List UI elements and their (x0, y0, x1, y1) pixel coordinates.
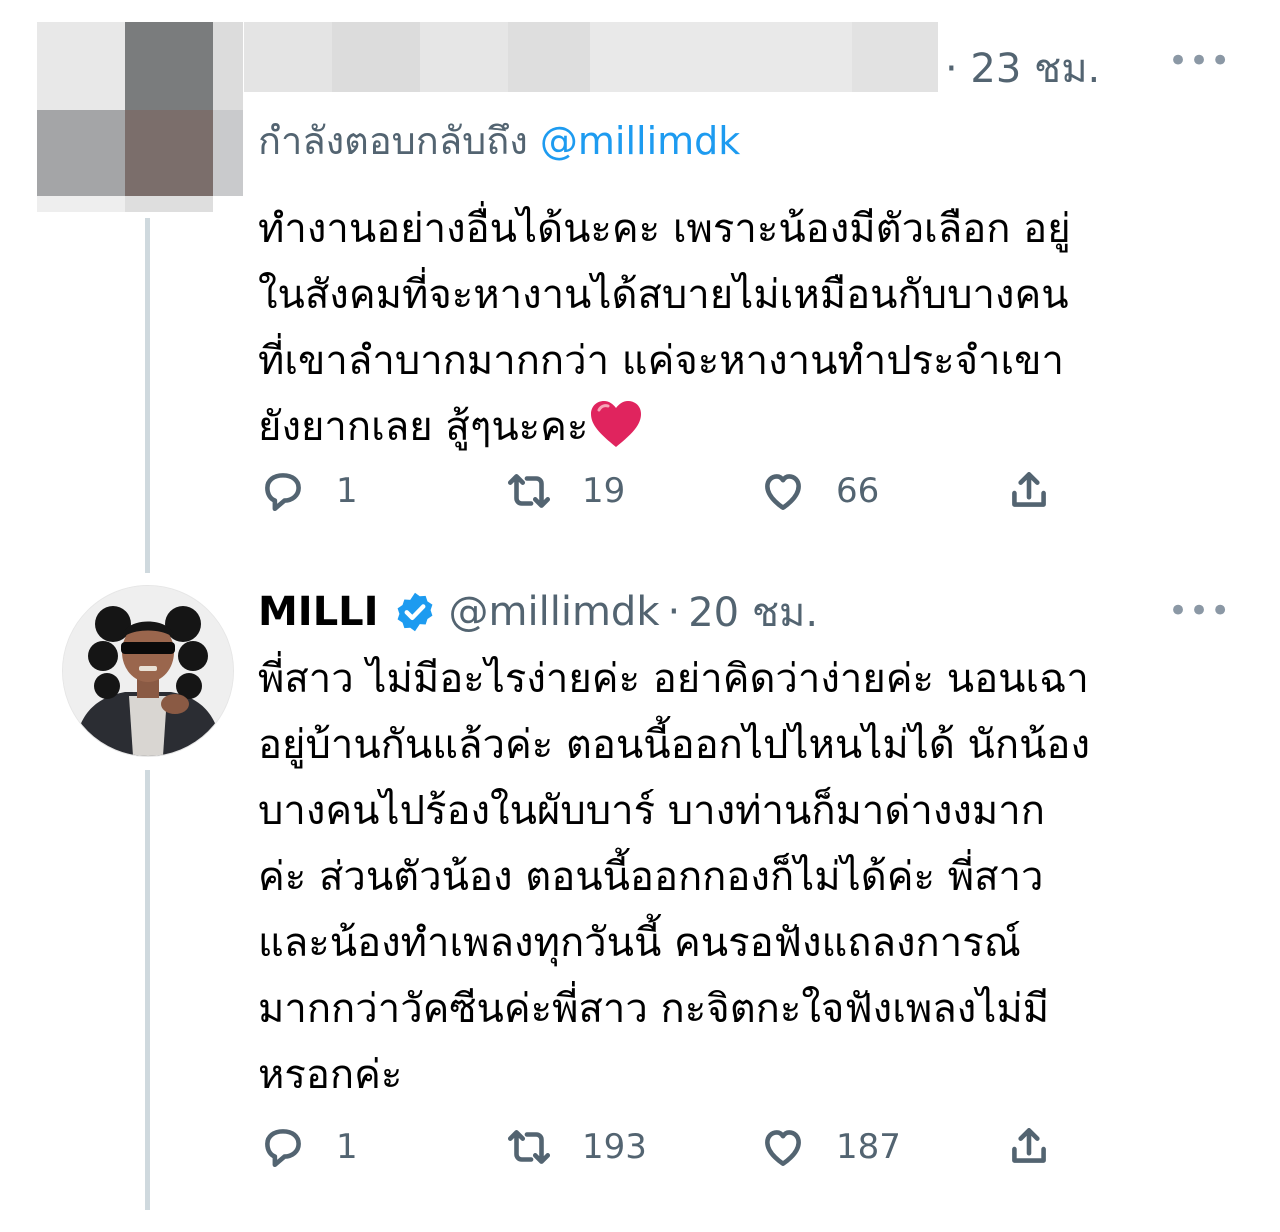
retweet-button[interactable]: 19 (504, 466, 625, 516)
reply-button[interactable]: 1 (258, 1122, 358, 1172)
like-button[interactable]: 187 (758, 1122, 901, 1172)
mention-link[interactable]: @millimdk (540, 119, 740, 163)
verified-badge-icon (397, 592, 432, 632)
more-options-icon[interactable]: ••• (1168, 594, 1231, 628)
tweet-body: ทำงานอย่างอื่นได้นะคะ เพราะน้องมีตัวเลือ… (258, 196, 1071, 460)
more-options-icon[interactable]: ••• (1168, 44, 1231, 78)
tweet-time[interactable]: 20 ชม. (688, 580, 818, 644)
tweet-actions: 1 193 187 (258, 1122, 1058, 1172)
avatar-photo (63, 586, 233, 756)
replying-to: กำลังตอบกลับถึง @millimdk (258, 110, 740, 171)
retweet-icon (507, 474, 551, 508)
retweet-count: 19 (582, 471, 626, 511)
retweet-button[interactable]: 193 (504, 1122, 647, 1172)
like-count: 66 (836, 471, 880, 511)
retweet-count: 193 (582, 1127, 647, 1167)
display-name[interactable]: MILLI (258, 589, 379, 635)
like-button[interactable]: 66 (758, 466, 879, 516)
share-icon (1012, 472, 1046, 507)
reply-count: 1 (336, 471, 358, 511)
tweet-header: MILLI @millimdk · 20 ชม. (258, 580, 818, 644)
reply-count: 1 (336, 1127, 358, 1167)
separator-dot: · (667, 589, 681, 635)
tweet-time[interactable]: · 23 ชม. (945, 36, 1100, 100)
thread-line (145, 770, 150, 1210)
tweet-text: ทำงานอย่างอื่นได้นะคะ เพราะน้องมีตัวเลือ… (258, 206, 1071, 450)
tweet-text: พี่สาว ไม่มีอะไรง่ายค่ะ อย่าคิดว่าง่ายค่… (258, 656, 1090, 1098)
replying-to-label: กำลังตอบกลับถึง (258, 119, 540, 163)
red-heart-emoji-icon (591, 401, 642, 447)
retweet-icon (507, 1130, 551, 1164)
reply-icon (265, 1129, 301, 1167)
like-icon (765, 1130, 801, 1166)
like-icon (765, 474, 801, 510)
avatar-pixelated[interactable] (37, 22, 243, 212)
censored-name (244, 22, 938, 92)
tweet-actions: 1 19 66 (258, 466, 1058, 516)
handle[interactable]: @millimdk (449, 589, 660, 635)
share-button[interactable] (1004, 466, 1054, 516)
thread-line (145, 218, 150, 573)
reply-button[interactable]: 1 (258, 466, 358, 516)
like-count: 187 (836, 1127, 901, 1167)
avatar[interactable] (62, 585, 234, 757)
share-button[interactable] (1004, 1122, 1054, 1172)
share-icon (1012, 1128, 1046, 1163)
reply-icon (265, 473, 301, 511)
